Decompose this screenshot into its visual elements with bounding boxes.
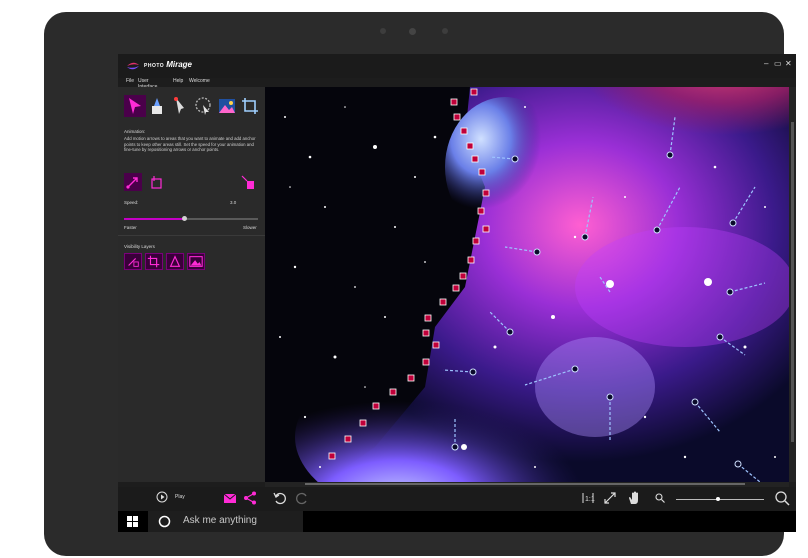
redo-icon[interactable] (294, 490, 310, 506)
motion-arrow-icon[interactable] (124, 173, 142, 191)
tool-panel: Animation: Add motion arrows to areas th… (118, 87, 265, 482)
menu-help[interactable]: Help (173, 78, 183, 84)
share-icon[interactable] (242, 490, 258, 506)
play-label[interactable]: Play (175, 494, 185, 500)
delete-arrows-icon[interactable] (239, 173, 257, 191)
app-logo-icon (127, 62, 139, 70)
menu-welcome[interactable]: Welcome (189, 78, 210, 84)
speed-value[interactable]: 3.0 (230, 200, 236, 205)
brand-name: Mirage (166, 60, 192, 69)
animation-help-text: Add motion arrows to areas that you want… (124, 136, 256, 152)
visibility-mask-icon[interactable] (166, 253, 184, 270)
faster-label: Faster (124, 225, 137, 230)
svg-text:1:1: 1:1 (585, 496, 595, 503)
windows-taskbar: Ask me anything (118, 511, 796, 532)
undo-icon[interactable] (272, 490, 288, 506)
camera-dot (380, 28, 386, 34)
title-bar: PHOTO Mirage – ▭ ✕ (118, 54, 796, 78)
visibility-overlay-icon[interactable] (187, 253, 205, 270)
divider (118, 235, 265, 236)
brand-prefix: PHOTO (144, 63, 165, 69)
actual-size-icon[interactable]: 1:1 (580, 490, 596, 506)
play-icon[interactable] (156, 491, 168, 503)
speed-slider-fill (124, 218, 185, 220)
fit-to-screen-icon[interactable] (602, 490, 618, 506)
sensor-dot (442, 28, 448, 34)
visibility-arrows-icon[interactable] (124, 253, 142, 270)
search-placeholder: Ask me anything (183, 515, 257, 526)
cortana-icon (158, 515, 171, 528)
zoom-slider-thumb[interactable] (716, 497, 720, 501)
tablet-frame: PHOTOMirage – ▭ ✕ File User Interface He… (44, 12, 796, 556)
visibility-heading: Visibility Layers (124, 244, 155, 249)
visibility-crop-icon[interactable] (145, 253, 163, 270)
bottom-toolbar: Play 1:1 (118, 487, 796, 511)
close-button[interactable]: ✕ (785, 59, 792, 68)
pan-hand-icon[interactable] (626, 490, 642, 506)
windows-start-icon[interactable] (127, 516, 138, 527)
animate-arrow-tool-icon[interactable] (124, 95, 146, 117)
slower-label: Slower (243, 225, 257, 230)
speed-slider[interactable] (124, 216, 258, 221)
email-icon[interactable] (222, 490, 238, 506)
minimize-button[interactable]: – (764, 59, 768, 68)
zoom-slider[interactable] (676, 499, 764, 500)
animation-heading: Animation: (124, 129, 146, 134)
crop-tool-icon[interactable] (239, 95, 261, 117)
camera-lens (409, 28, 416, 35)
speed-slider-thumb[interactable] (181, 216, 187, 221)
overlay-image-tool-icon[interactable] (216, 95, 238, 117)
app-title: PHOTO Mirage (144, 60, 192, 69)
anchor-point-icon[interactable] (147, 173, 165, 191)
app-window: PHOTOMirage – ▭ ✕ File User Interface He… (118, 54, 796, 532)
menu-file[interactable]: File (126, 78, 134, 84)
lasso-select-tool-icon[interactable] (192, 95, 214, 117)
speed-label: Speed: (124, 200, 139, 205)
zoom-in-icon[interactable] (774, 490, 790, 506)
cortana-search-box[interactable]: Ask me anything (148, 511, 303, 532)
maximize-button[interactable]: ▭ (774, 59, 782, 68)
selection-pen-tool-icon[interactable] (170, 95, 192, 117)
image-canvas[interactable] (265, 87, 789, 482)
horizontal-scroll-thumb[interactable] (305, 483, 745, 485)
zoom-out-icon[interactable] (654, 492, 666, 504)
mask-brush-tool-icon[interactable] (146, 95, 168, 117)
vertical-scroll-thumb[interactable] (791, 122, 794, 442)
vertical-scrollbar[interactable] (789, 87, 796, 482)
